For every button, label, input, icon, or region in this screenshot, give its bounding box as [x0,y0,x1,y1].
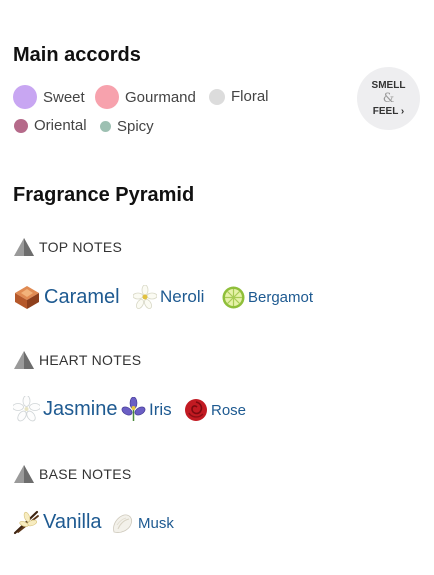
tier-label: BASE NOTES [39,466,132,482]
base-notes-heading: BASE NOTES [14,465,131,483]
note-label: Jasmine [43,397,118,420]
note-label: Rose [211,401,247,419]
note-label: Vanilla [43,510,102,533]
accord-label: Oriental [34,117,87,134]
accord-sweet: Sweet [13,85,85,109]
note-neroli[interactable]: Neroli [133,285,204,309]
accord-dot [13,85,37,109]
ampersand-label: & [382,91,395,106]
pyramid-icon [14,238,34,256]
note-musk[interactable]: Musk [110,511,174,536]
accord-dot [100,121,111,132]
neroli-flower-icon [133,285,157,309]
smell-and-feel-button[interactable]: SMELL & FEEL › [357,67,420,130]
main-accords-title: Main accords [13,44,141,66]
tier-label: TOP NOTES [39,239,123,255]
note-vanilla[interactable]: Vanilla [13,509,102,535]
heart-notes-heading: HEART NOTES [14,351,141,369]
note-iris[interactable]: Iris [121,397,172,422]
accord-label: Gourmand [125,88,196,106]
jasmine-flower-icon [13,396,40,422]
accord-dot [95,85,119,109]
pyramid-icon [14,351,34,369]
vanilla-icon [13,510,39,535]
accord-dot [209,88,225,105]
top-notes-heading: TOP NOTES [14,238,122,256]
accord-oriental: Oriental [14,117,87,134]
note-jasmine[interactable]: Jasmine [13,396,117,422]
note-label: Caramel [44,285,120,308]
note-rose[interactable]: Rose [184,398,246,422]
pyramid-icon [14,465,34,483]
iris-flower-icon [121,397,146,421]
note-label: Neroli [160,287,205,306]
pyramid-title: Fragrance Pyramid [13,184,195,206]
accord-floral: Floral [209,88,269,105]
feel-label: FEEL › [372,106,405,117]
rose-icon [185,399,207,421]
note-label: Bergamot [248,289,314,306]
accord-dot [14,118,28,133]
accord-label: Floral [231,88,269,105]
musk-icon [113,514,132,533]
accord-label: Sweet [43,88,85,106]
note-bergamot[interactable]: Bergamot [222,286,313,309]
note-label: Iris [149,399,172,419]
tier-label: HEART NOTES [39,352,142,368]
note-label: Musk [138,515,174,532]
bergamot-icon [222,286,245,309]
caramel-icon [15,286,39,309]
accord-spicy: Spicy [100,118,154,135]
note-caramel[interactable]: Caramel [13,284,120,310]
accord-gourmand: Gourmand [95,85,196,109]
accord-label: Spicy [117,118,154,135]
